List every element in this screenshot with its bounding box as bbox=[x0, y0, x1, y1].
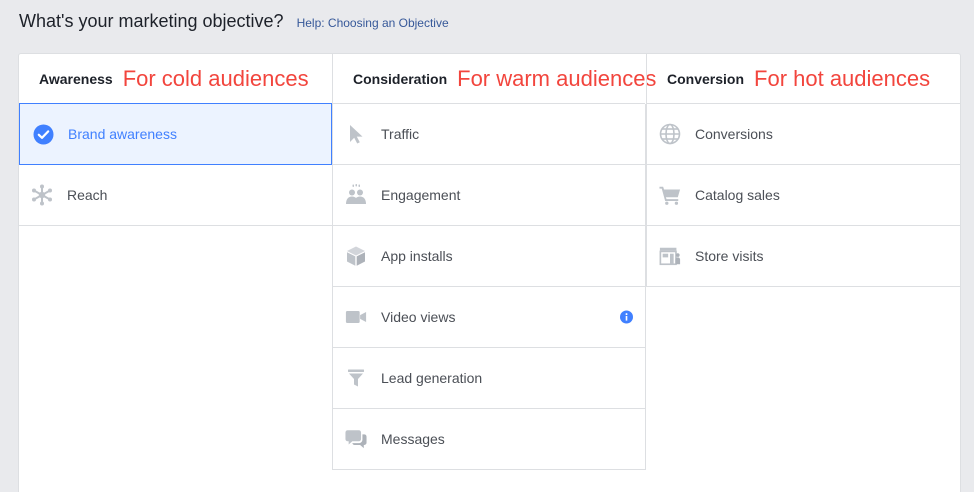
page-header: What's your marketing objective? Help: C… bbox=[19, 11, 449, 32]
objective-messages[interactable]: Messages bbox=[332, 409, 646, 470]
consideration-items: Traffic Engagement App installs Video vi… bbox=[332, 104, 646, 470]
consideration-header: Consideration For warm audiences bbox=[332, 54, 656, 104]
info-icon[interactable] bbox=[620, 310, 633, 324]
reach-icon bbox=[31, 184, 53, 206]
shopping-cart-icon bbox=[659, 184, 681, 206]
objective-label: Conversions bbox=[695, 126, 773, 142]
objective-label: Video views bbox=[381, 309, 456, 325]
objective-video-views[interactable]: Video views bbox=[332, 287, 646, 348]
objective-catalog-sales[interactable]: Catalog sales bbox=[646, 165, 960, 226]
objective-lead-generation[interactable]: Lead generation bbox=[332, 348, 646, 409]
page-title: What's your marketing objective? bbox=[19, 11, 284, 31]
objective-label: Store visits bbox=[695, 248, 764, 264]
objective-store-visits[interactable]: Store visits bbox=[646, 226, 960, 287]
conversion-header: Conversion For hot audiences bbox=[646, 54, 960, 104]
objective-app-installs[interactable]: App installs bbox=[332, 226, 646, 287]
objective-label: Lead generation bbox=[381, 370, 483, 386]
objective-label: Brand awareness bbox=[68, 126, 177, 142]
awareness-label: Awareness bbox=[39, 70, 113, 87]
awareness-column: Awareness For cold audiences Brand aware… bbox=[19, 54, 332, 226]
awareness-header: Awareness For cold audiences bbox=[19, 54, 332, 104]
help-link[interactable]: Help: Choosing an Objective bbox=[297, 16, 449, 30]
checkmark-circle-icon bbox=[32, 123, 54, 145]
objective-conversions[interactable]: Conversions bbox=[646, 104, 960, 165]
funnel-icon bbox=[345, 367, 367, 389]
awareness-annotation: For cold audiences bbox=[122, 65, 309, 91]
objective-label: Messages bbox=[381, 431, 445, 447]
awareness-items: Brand awareness Reach bbox=[19, 103, 332, 226]
conversion-label: Conversion bbox=[667, 70, 745, 87]
objective-label: Traffic bbox=[381, 126, 420, 142]
consideration-annotation: For warm audiences bbox=[457, 65, 657, 91]
conversion-column: Conversion For hot audiences Conversions… bbox=[646, 54, 960, 287]
objective-traffic[interactable]: Traffic bbox=[332, 104, 646, 165]
objective-label: Catalog sales bbox=[695, 187, 780, 203]
objective-reach[interactable]: Reach bbox=[19, 165, 332, 226]
globe-icon bbox=[659, 123, 681, 145]
objective-panel: Awareness For cold audiences Brand aware… bbox=[18, 53, 961, 492]
conversion-items: Conversions Catalog sales Store visits bbox=[646, 104, 960, 287]
video-camera-icon bbox=[345, 306, 367, 328]
chat-bubbles-icon bbox=[345, 428, 367, 450]
objective-label: Reach bbox=[67, 187, 108, 203]
box-icon bbox=[345, 245, 367, 267]
objective-engagement[interactable]: Engagement bbox=[332, 165, 646, 226]
conversion-annotation: For hot audiences bbox=[754, 65, 931, 91]
store-icon bbox=[659, 245, 681, 267]
consideration-column: Consideration For warm audiences Traffic bbox=[332, 54, 656, 470]
objective-label: Engagement bbox=[381, 187, 461, 203]
people-icon bbox=[345, 184, 367, 206]
objective-brand-awareness[interactable]: Brand awareness bbox=[19, 103, 332, 165]
cursor-icon bbox=[345, 123, 367, 145]
objective-label: App installs bbox=[381, 248, 453, 264]
consideration-label: Consideration bbox=[353, 70, 448, 87]
